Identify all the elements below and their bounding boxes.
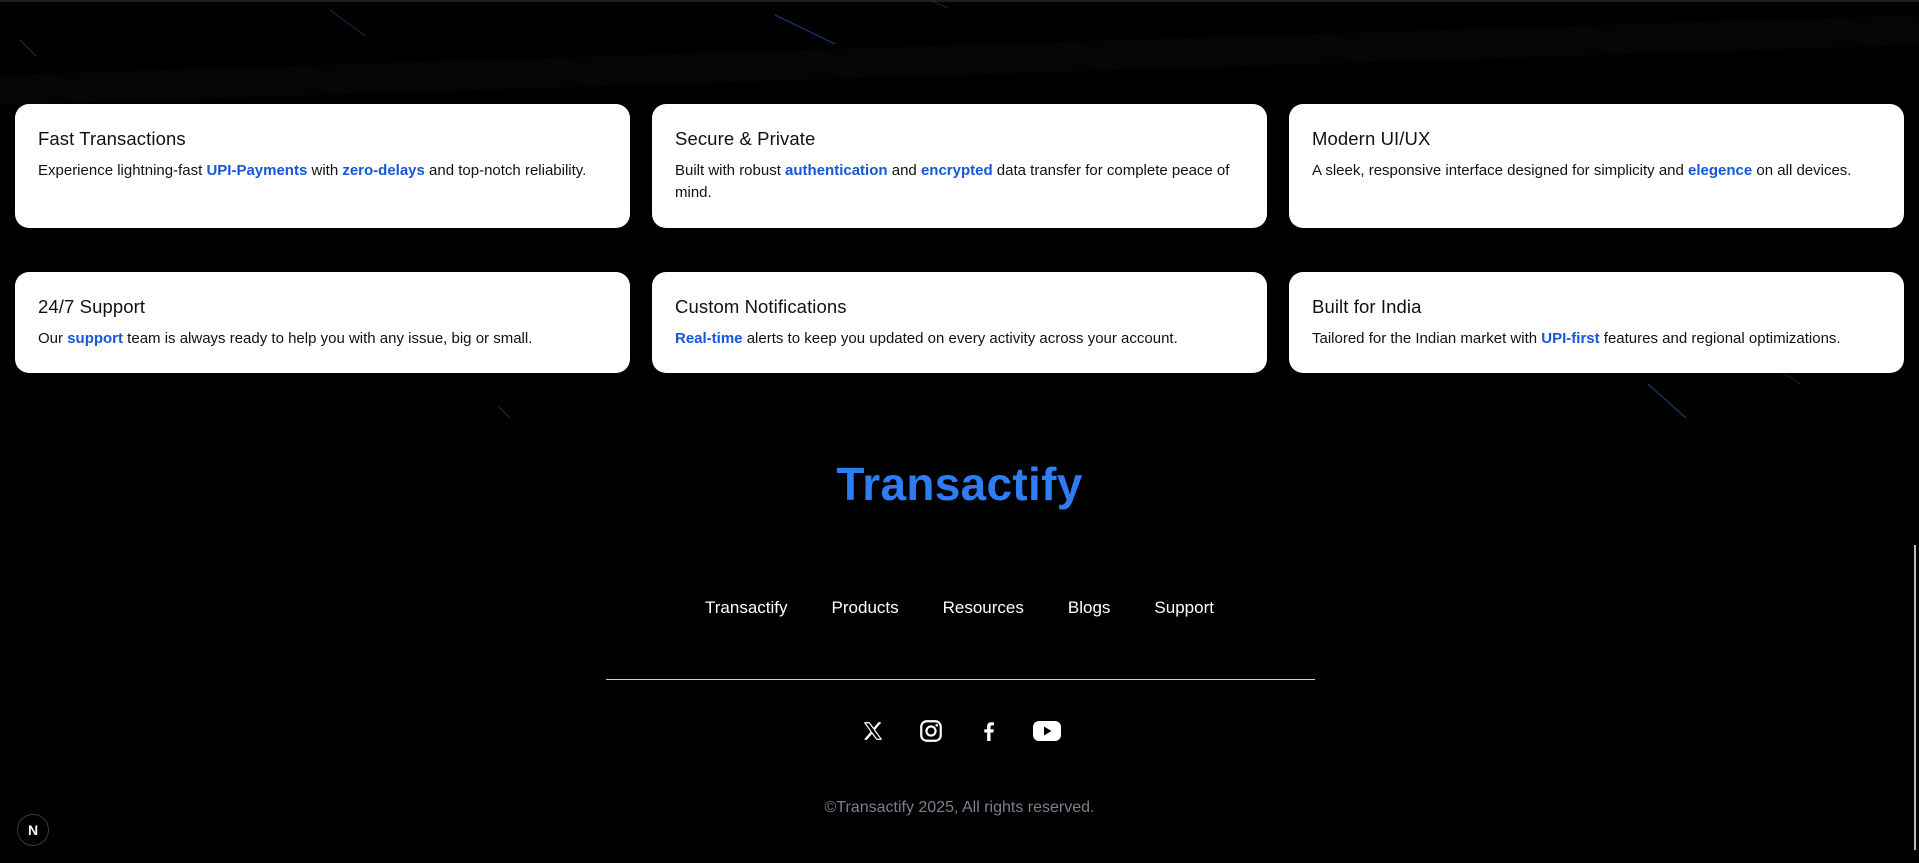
description-text: and top-notch reliability. <box>424 162 587 179</box>
highlight-text: authentication <box>785 162 888 179</box>
description-text: Experience lightning-fast <box>38 162 207 179</box>
highlight-text: zero-delays <box>342 162 425 179</box>
footer-link-blogs[interactable]: Blogs <box>1068 598 1111 618</box>
x-icon[interactable] <box>858 716 888 746</box>
description-text: alerts to keep you updated on every acti… <box>742 330 1178 347</box>
youtube-icon[interactable] <box>1032 716 1062 746</box>
footer-nav: Transactify Products Resources Blogs Sup… <box>0 598 1919 618</box>
feature-title: Secure & Private <box>675 128 816 149</box>
highlight-text: UPI-first <box>1541 330 1600 347</box>
feature-description: Experience lightning-fast UPI-Payments w… <box>38 160 608 182</box>
footer-link-support[interactable]: Support <box>1154 598 1214 618</box>
feature-title: 24/7 Support <box>38 296 146 317</box>
feature-card: Secure & Private Built with robust authe… <box>652 104 1267 228</box>
feature-description: Real-time alerts to keep you updated on … <box>675 328 1245 350</box>
description-text: team is always ready to help you with an… <box>123 330 533 347</box>
feature-title: Built for India <box>1312 296 1422 317</box>
highlight-text: Real-time <box>675 330 743 347</box>
highlight-text: encrypted <box>920 162 993 179</box>
copyright-text: ©Transactify 2025, All rights reserved. <box>824 799 1095 816</box>
feature-card: Modern UI/UX A sleek, responsive interfa… <box>1289 104 1904 228</box>
facebook-icon[interactable] <box>974 716 1004 746</box>
page: Fast Transactions Experience lightning-f… <box>0 0 1919 863</box>
social-links <box>0 716 1919 746</box>
feature-title: Custom Notifications <box>675 296 847 317</box>
feature-description: Our support team is always ready to help… <box>38 328 608 350</box>
description-text: and <box>887 162 921 179</box>
feature-card: Custom Notifications Real-time alerts to… <box>652 272 1267 373</box>
footer-brand-logo[interactable]: Transactify <box>0 457 1919 511</box>
scrollbar[interactable] <box>1914 545 1916 850</box>
highlight-text: support <box>67 330 124 347</box>
dev-tools-badge[interactable]: N <box>17 814 49 846</box>
feature-description: A sleek, responsive interface designed f… <box>1312 160 1882 182</box>
feature-card: Built for India Tailored for the Indian … <box>1289 272 1904 373</box>
footer-link-resources[interactable]: Resources <box>943 598 1024 618</box>
description-text: Built with robust <box>675 162 786 179</box>
instagram-icon[interactable] <box>916 716 946 746</box>
feature-card: 24/7 Support Our support team is always … <box>15 272 630 373</box>
description-text: Our <box>38 330 68 347</box>
highlight-text: elegence <box>1688 162 1753 179</box>
footer-link-transactify[interactable]: Transactify <box>705 598 788 618</box>
highlight-text: UPI-Payments <box>206 162 308 179</box>
feature-title: Fast Transactions <box>38 128 186 149</box>
feature-description: Tailored for the Indian market with UPI-… <box>1312 328 1882 350</box>
description-text: with <box>307 162 343 179</box>
description-text: A sleek, responsive interface designed f… <box>1312 162 1689 179</box>
footer-link-products[interactable]: Products <box>832 598 899 618</box>
feature-description: Built with robust authentication and enc… <box>675 160 1245 204</box>
description-text: on all devices. <box>1752 162 1852 179</box>
feature-title: Modern UI/UX <box>1312 128 1431 149</box>
footer-divider <box>606 679 1315 680</box>
feature-card: Fast Transactions Experience lightning-f… <box>15 104 630 228</box>
description-text: Tailored for the Indian market with <box>1312 330 1542 347</box>
description-text: features and regional optimizations. <box>1599 330 1841 347</box>
